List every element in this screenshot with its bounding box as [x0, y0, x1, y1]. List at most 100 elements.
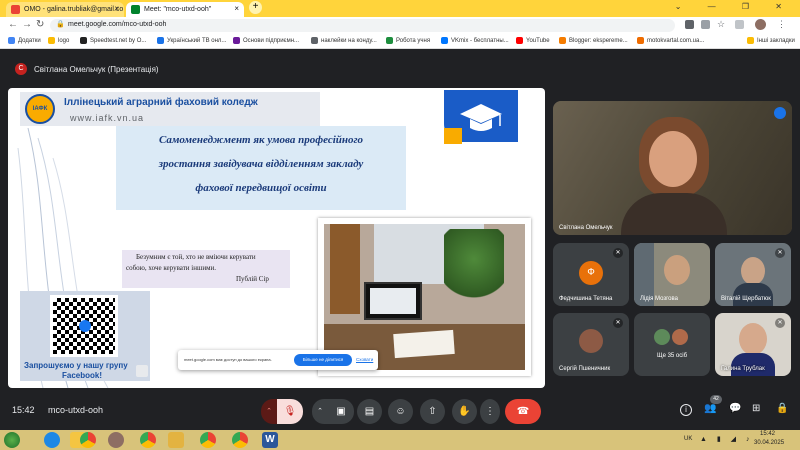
participant-avatar: Ф [579, 261, 603, 285]
raise-hand-button[interactable]: ✋ [452, 399, 477, 424]
meet-header: С Світлана Омельчук (Презентація) [0, 49, 800, 87]
chat-icon[interactable]: 💬 [729, 403, 741, 414]
bookmark-icon [157, 37, 164, 44]
participant-count-badge: 42 [710, 395, 722, 404]
participant-video [733, 283, 773, 306]
participant-tile[interactable]: Ф ✕ Федчишина Тетяна [553, 243, 629, 306]
meet-controls-bar: 15:42 mco-utxd-ooh ⌃ 🎙 ⌃ ▣ ▤ ☺ ⇧ ✋ ⋮ ☎ i… [0, 395, 800, 430]
os-taskbar: W UK ▲ ▮ ◢ ♪ 15:42 30.04.2025 [0, 430, 800, 450]
more-participants-tile[interactable]: Ще 35 осіб [634, 313, 710, 376]
extension-icon[interactable] [735, 20, 744, 29]
participant-avatar [654, 329, 670, 345]
bookmark[interactable]: Український ТВ онл... [157, 37, 226, 44]
participant-video [731, 353, 775, 376]
slide-title-line: зростання завідувача відділенням закладу [158, 158, 364, 170]
bookmark[interactable]: VKmix - бесплатны... [441, 37, 509, 44]
participant-tile-main[interactable]: Світлана Омельчук [553, 101, 792, 235]
bookmark[interactable]: logo [48, 37, 69, 44]
participant-tile[interactable]: Лідія Мозгова [634, 243, 710, 306]
blogger-icon [559, 37, 566, 44]
people-icon[interactable]: 👥 [704, 403, 716, 414]
address-bar[interactable]: 🔒 meet.google.com/mco-utxd-ooh [50, 19, 675, 32]
chrome-icon[interactable] [80, 432, 96, 448]
participant-video [741, 257, 765, 285]
bookmark-apps[interactable]: Додатки [8, 37, 41, 44]
lock-icon: 🔒 [56, 21, 65, 28]
participant-tile[interactable]: ✕ Галина Трублак [715, 313, 791, 376]
star-icon[interactable]: ☆ [717, 19, 725, 30]
taskbar-time: 15:42 [760, 431, 776, 437]
bookmark[interactable]: Speedtest.net by O... [80, 37, 146, 44]
presenter-label: Світлана Омельчук (Презентація) [34, 65, 159, 74]
keyboard-language[interactable]: UK [684, 436, 692, 442]
mic-off-icon: ✕ [775, 248, 785, 258]
close-tab-icon[interactable]: × [114, 4, 119, 13]
participant-name: Сергій Пшеничник [559, 366, 611, 372]
chrome-icon[interactable] [200, 432, 216, 448]
bookmark[interactable]: наклейки на конду... [311, 37, 377, 44]
bookmark-youtube[interactable]: YouTube [516, 37, 550, 44]
profile-avatar[interactable] [755, 19, 766, 30]
share-icon[interactable] [701, 20, 710, 29]
bookmark-icon [637, 37, 644, 44]
host-controls-icon[interactable]: 🔒 [776, 403, 788, 414]
quote-line: Безумним є той, хто не вміючи керувати [136, 253, 256, 261]
reload-icon[interactable]: ↻ [36, 19, 44, 30]
chrome-icon[interactable] [232, 432, 248, 448]
menu-icon[interactable]: ⋮ [777, 19, 786, 30]
papers [393, 329, 455, 359]
mic-options-button[interactable]: ⌃ [261, 399, 277, 424]
hide-notice-link[interactable]: Сховати [356, 357, 373, 362]
participant-tile[interactable]: ✕ Віталій Щербатюк [715, 243, 791, 306]
activities-icon[interactable]: ⊞ [752, 403, 760, 414]
app-icon[interactable] [108, 432, 124, 448]
mic-toggle-button[interactable]: 🎙 [277, 399, 303, 424]
bookmark[interactable]: Blogger: eksperemе... [559, 37, 628, 44]
start-button-icon[interactable] [4, 432, 20, 448]
participant-name: Світлана Омельчук [559, 225, 613, 231]
stop-sharing-button[interactable]: Більше не ділитися [294, 354, 352, 366]
browser-tab-gmail[interactable]: ОМО - galina.trubliak@gmail.co × [6, 2, 124, 17]
chrome-icon[interactable] [140, 432, 156, 448]
folder-icon[interactable] [168, 432, 184, 448]
word-icon[interactable]: W [262, 432, 278, 448]
camera-options-button[interactable]: ⌃ [312, 399, 328, 424]
participant-name: Лідія Мозгова [640, 296, 678, 302]
back-icon[interactable]: ← [8, 19, 18, 30]
bookmarks-bar: Додатки logo Speedtest.net by O... Украї… [0, 34, 800, 49]
forward-icon[interactable]: → [22, 19, 32, 30]
quote-box: Безумним є той, хто не вміючи керувати с… [122, 250, 290, 288]
camera-icon[interactable] [685, 20, 694, 29]
more-options-button[interactable]: ⋮ [480, 399, 500, 424]
participant-tile[interactable]: ✕ Сергій Пшеничник [553, 313, 629, 376]
tab-title: Meet: "mco-utxd-ooh" [144, 6, 212, 13]
internet-explorer-icon[interactable] [44, 432, 60, 448]
bookmark[interactable]: Основи підприємн... [233, 37, 299, 44]
leave-call-button[interactable]: ☎ [505, 399, 541, 424]
extension-icons[interactable]: ☆ ⋮ [685, 19, 790, 31]
shared-screen: ІАФК Іллінецький аграрний фаховий коледж… [8, 88, 545, 388]
quote-line: собою, хоче керувати іншими. [126, 264, 217, 272]
close-tab-icon[interactable]: × [234, 4, 239, 13]
youtube-icon [516, 37, 523, 44]
slide-title-line: фахової передвищої освіти [195, 182, 327, 194]
meeting-info-icon[interactable]: i [680, 404, 692, 416]
tray-icons[interactable]: ▲ ▮ ◢ ♪ [700, 435, 754, 443]
quote-author: Публій Сір [236, 275, 269, 283]
college-logo: ІАФК [25, 94, 55, 124]
mic-off-icon: ✕ [775, 318, 785, 328]
participant-avatar [672, 329, 688, 345]
slide-accent-yellow [444, 128, 462, 144]
bookmark[interactable]: Робота учня [386, 37, 430, 44]
present-button[interactable]: ⇧ [420, 399, 445, 424]
captions-button[interactable]: ▤ [357, 399, 382, 424]
bookmark[interactable]: motokvartal.com.ua... [637, 37, 704, 44]
bookmark-icon [311, 37, 318, 44]
camera-toggle-button[interactable]: ▣ [328, 399, 354, 424]
bookmark-other[interactable]: Інші закладки [747, 37, 795, 44]
browser-tab-meet[interactable]: Meet: "mco-utxd-ooh" × [126, 2, 244, 17]
emoji-button[interactable]: ☺ [388, 399, 413, 424]
new-tab-button[interactable]: + [249, 1, 262, 14]
meet-icon [131, 5, 140, 14]
slide-title-line: Самоменеджмент як умова професійного [158, 134, 364, 146]
